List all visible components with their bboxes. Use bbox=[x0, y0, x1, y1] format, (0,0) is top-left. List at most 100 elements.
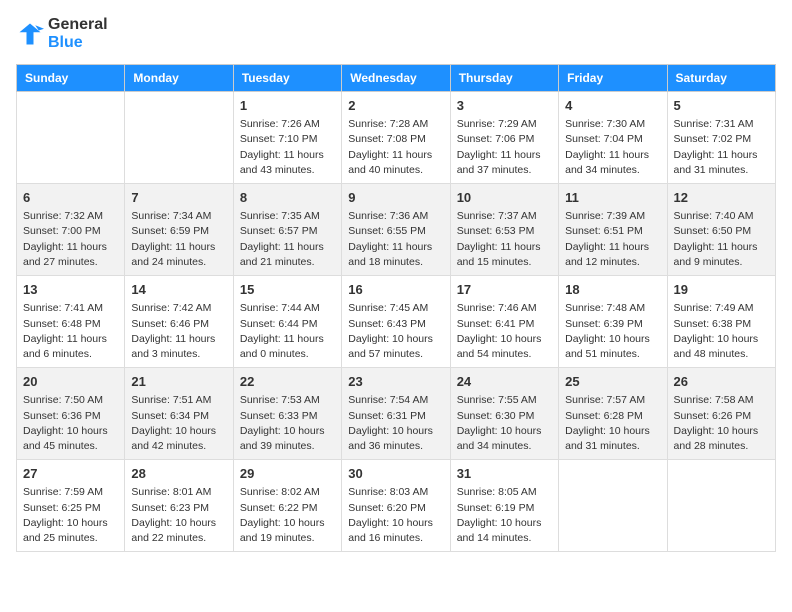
calendar-week-3: 13 Sunrise: 7:41 AM Sunset: 6:48 PM Dayli… bbox=[17, 276, 776, 368]
day-info: Sunrise: 7:46 AM Sunset: 6:41 PM Dayligh… bbox=[457, 301, 552, 362]
calendar-cell: 27 Sunrise: 7:59 AM Sunset: 6:25 PM Dayli… bbox=[17, 460, 125, 552]
day-number: 21 bbox=[131, 373, 226, 391]
day-number: 20 bbox=[23, 373, 118, 391]
day-number: 26 bbox=[674, 373, 769, 391]
day-number: 15 bbox=[240, 281, 335, 299]
day-info: Sunrise: 7:37 AM Sunset: 6:53 PM Dayligh… bbox=[457, 209, 552, 270]
header-row: SundayMondayTuesdayWednesdayThursdayFrid… bbox=[17, 65, 776, 92]
calendar-cell bbox=[125, 92, 233, 184]
day-number: 16 bbox=[348, 281, 443, 299]
day-number: 18 bbox=[565, 281, 660, 299]
day-info: Sunrise: 7:29 AM Sunset: 7:06 PM Dayligh… bbox=[457, 117, 552, 178]
day-info: Sunrise: 7:35 AM Sunset: 6:57 PM Dayligh… bbox=[240, 209, 335, 270]
day-info: Sunrise: 8:01 AM Sunset: 6:23 PM Dayligh… bbox=[131, 485, 226, 546]
calendar-week-5: 27 Sunrise: 7:59 AM Sunset: 6:25 PM Dayli… bbox=[17, 460, 776, 552]
day-number: 29 bbox=[240, 465, 335, 483]
day-number: 3 bbox=[457, 97, 552, 115]
day-info: Sunrise: 7:32 AM Sunset: 7:00 PM Dayligh… bbox=[23, 209, 118, 270]
calendar-cell: 20 Sunrise: 7:50 AM Sunset: 6:36 PM Dayli… bbox=[17, 368, 125, 460]
day-number: 5 bbox=[674, 97, 769, 115]
day-info: Sunrise: 7:54 AM Sunset: 6:31 PM Dayligh… bbox=[348, 393, 443, 454]
day-info: Sunrise: 7:28 AM Sunset: 7:08 PM Dayligh… bbox=[348, 117, 443, 178]
day-number: 28 bbox=[131, 465, 226, 483]
day-info: Sunrise: 7:39 AM Sunset: 6:51 PM Dayligh… bbox=[565, 209, 660, 270]
calendar-cell: 15 Sunrise: 7:44 AM Sunset: 6:44 PM Dayli… bbox=[233, 276, 341, 368]
calendar-cell: 31 Sunrise: 8:05 AM Sunset: 6:19 PM Dayli… bbox=[450, 460, 558, 552]
calendar-cell: 4 Sunrise: 7:30 AM Sunset: 7:04 PM Daylig… bbox=[559, 92, 667, 184]
calendar-cell: 18 Sunrise: 7:48 AM Sunset: 6:39 PM Dayli… bbox=[559, 276, 667, 368]
day-info: Sunrise: 8:02 AM Sunset: 6:22 PM Dayligh… bbox=[240, 485, 335, 546]
calendar-week-2: 6Sunrise: 7:32 AM Sunset: 7:00 PM Daylig… bbox=[17, 184, 776, 276]
day-number: 27 bbox=[23, 465, 118, 483]
day-info: Sunrise: 7:55 AM Sunset: 6:30 PM Dayligh… bbox=[457, 393, 552, 454]
day-info: Sunrise: 7:26 AM Sunset: 7:10 PM Dayligh… bbox=[240, 117, 335, 178]
calendar-week-4: 20 Sunrise: 7:50 AM Sunset: 6:36 PM Dayli… bbox=[17, 368, 776, 460]
weekday-header-friday: Friday bbox=[559, 65, 667, 92]
calendar-cell: 1 Sunrise: 7:26 AM Sunset: 7:10 PM Daylig… bbox=[233, 92, 341, 184]
day-number: 13 bbox=[23, 281, 118, 299]
day-number: 12 bbox=[674, 189, 769, 207]
weekday-header-thursday: Thursday bbox=[450, 65, 558, 92]
calendar-cell: 25 Sunrise: 7:57 AM Sunset: 6:28 PM Dayli… bbox=[559, 368, 667, 460]
day-info: Sunrise: 7:41 AM Sunset: 6:48 PM Dayligh… bbox=[23, 301, 118, 362]
day-number: 31 bbox=[457, 465, 552, 483]
day-info: Sunrise: 7:53 AM Sunset: 6:33 PM Dayligh… bbox=[240, 393, 335, 454]
calendar-cell: 16Sunrise: 7:45 AM Sunset: 6:43 PM Dayli… bbox=[342, 276, 450, 368]
calendar-cell: 9 Sunrise: 7:36 AM Sunset: 6:55 PM Daylig… bbox=[342, 184, 450, 276]
day-number: 4 bbox=[565, 97, 660, 115]
day-info: Sunrise: 8:05 AM Sunset: 6:19 PM Dayligh… bbox=[457, 485, 552, 546]
calendar-cell: 24 Sunrise: 7:55 AM Sunset: 6:30 PM Dayli… bbox=[450, 368, 558, 460]
day-number: 1 bbox=[240, 97, 335, 115]
weekday-header-saturday: Saturday bbox=[667, 65, 775, 92]
calendar-week-1: 1 Sunrise: 7:26 AM Sunset: 7:10 PM Daylig… bbox=[17, 92, 776, 184]
logo: General Blue bbox=[16, 16, 108, 52]
day-number: 11 bbox=[565, 189, 660, 207]
calendar-cell: 7 Sunrise: 7:34 AM Sunset: 6:59 PM Daylig… bbox=[125, 184, 233, 276]
calendar-cell: 5 Sunrise: 7:31 AM Sunset: 7:02 PM Daylig… bbox=[667, 92, 775, 184]
day-number: 7 bbox=[131, 189, 226, 207]
logo-text: General Blue bbox=[48, 16, 108, 52]
day-info: Sunrise: 7:34 AM Sunset: 6:59 PM Dayligh… bbox=[131, 209, 226, 270]
day-info: Sunrise: 7:31 AM Sunset: 7:02 PM Dayligh… bbox=[674, 117, 769, 178]
weekday-header-sunday: Sunday bbox=[17, 65, 125, 92]
calendar-cell: 13 Sunrise: 7:41 AM Sunset: 6:48 PM Dayli… bbox=[17, 276, 125, 368]
weekday-header-tuesday: Tuesday bbox=[233, 65, 341, 92]
calendar-cell bbox=[559, 460, 667, 552]
day-info: Sunrise: 7:40 AM Sunset: 6:50 PM Dayligh… bbox=[674, 209, 769, 270]
day-number: 10 bbox=[457, 189, 552, 207]
day-number: 24 bbox=[457, 373, 552, 391]
calendar-cell: 22 Sunrise: 7:53 AM Sunset: 6:33 PM Dayli… bbox=[233, 368, 341, 460]
day-info: Sunrise: 7:48 AM Sunset: 6:39 PM Dayligh… bbox=[565, 301, 660, 362]
calendar-cell: 14Sunrise: 7:42 AM Sunset: 6:46 PM Dayli… bbox=[125, 276, 233, 368]
calendar-cell: 28 Sunrise: 8:01 AM Sunset: 6:23 PM Dayli… bbox=[125, 460, 233, 552]
day-info: Sunrise: 7:44 AM Sunset: 6:44 PM Dayligh… bbox=[240, 301, 335, 362]
day-number: 19 bbox=[674, 281, 769, 299]
calendar-cell: 12 Sunrise: 7:40 AM Sunset: 6:50 PM Dayli… bbox=[667, 184, 775, 276]
day-info: Sunrise: 7:57 AM Sunset: 6:28 PM Dayligh… bbox=[565, 393, 660, 454]
day-number: 22 bbox=[240, 373, 335, 391]
calendar-cell: 21Sunrise: 7:51 AM Sunset: 6:34 PM Dayli… bbox=[125, 368, 233, 460]
page-header: General Blue bbox=[16, 16, 776, 52]
day-number: 9 bbox=[348, 189, 443, 207]
weekday-header-monday: Monday bbox=[125, 65, 233, 92]
day-info: Sunrise: 7:50 AM Sunset: 6:36 PM Dayligh… bbox=[23, 393, 118, 454]
calendar-cell: 2Sunrise: 7:28 AM Sunset: 7:08 PM Daylig… bbox=[342, 92, 450, 184]
calendar-cell: 29 Sunrise: 8:02 AM Sunset: 6:22 PM Dayli… bbox=[233, 460, 341, 552]
calendar-cell: 19 Sunrise: 7:49 AM Sunset: 6:38 PM Dayli… bbox=[667, 276, 775, 368]
calendar-cell: 8 Sunrise: 7:35 AM Sunset: 6:57 PM Daylig… bbox=[233, 184, 341, 276]
day-info: Sunrise: 7:36 AM Sunset: 6:55 PM Dayligh… bbox=[348, 209, 443, 270]
day-info: Sunrise: 7:42 AM Sunset: 6:46 PM Dayligh… bbox=[131, 301, 226, 362]
day-info: Sunrise: 7:49 AM Sunset: 6:38 PM Dayligh… bbox=[674, 301, 769, 362]
calendar-cell: 30Sunrise: 8:03 AM Sunset: 6:20 PM Dayli… bbox=[342, 460, 450, 552]
calendar-cell: 6Sunrise: 7:32 AM Sunset: 7:00 PM Daylig… bbox=[17, 184, 125, 276]
calendar-cell: 26 Sunrise: 7:58 AM Sunset: 6:26 PM Dayli… bbox=[667, 368, 775, 460]
day-info: Sunrise: 7:59 AM Sunset: 6:25 PM Dayligh… bbox=[23, 485, 118, 546]
day-number: 23 bbox=[348, 373, 443, 391]
weekday-header-wednesday: Wednesday bbox=[342, 65, 450, 92]
day-number: 25 bbox=[565, 373, 660, 391]
day-number: 8 bbox=[240, 189, 335, 207]
day-info: Sunrise: 7:30 AM Sunset: 7:04 PM Dayligh… bbox=[565, 117, 660, 178]
calendar-cell bbox=[17, 92, 125, 184]
day-info: Sunrise: 7:58 AM Sunset: 6:26 PM Dayligh… bbox=[674, 393, 769, 454]
day-number: 17 bbox=[457, 281, 552, 299]
